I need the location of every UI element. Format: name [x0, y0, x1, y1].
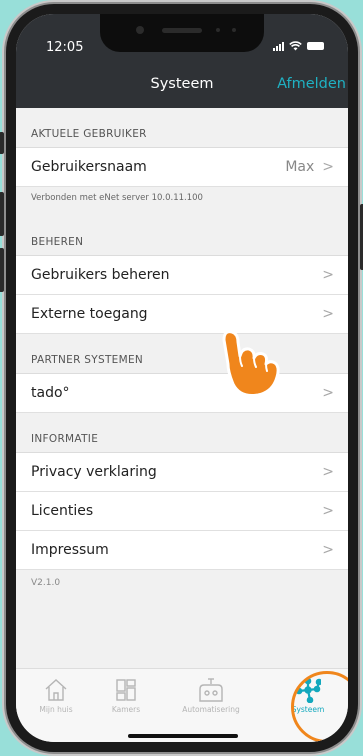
chevron-right-icon: >	[322, 159, 334, 175]
wifi-icon	[289, 41, 302, 51]
chevron-right-icon: >	[322, 385, 334, 401]
volume-down-button	[0, 248, 4, 292]
section-header-manage: BEHEREN	[16, 216, 348, 256]
status-icons	[273, 41, 324, 51]
phone-frame: 12:05 Systeem Afmelden AKTUELE GEBRUIKER…	[0, 4, 363, 752]
sensor-icon	[232, 28, 236, 32]
list-item-label: Impressum	[31, 542, 109, 558]
battery-icon	[307, 42, 324, 50]
tab-label: Automatisering	[182, 705, 240, 714]
signal-icon	[273, 41, 284, 51]
settings-list: AKTUELE GEBRUIKER Gebruikersnaam Max > V…	[16, 108, 348, 588]
status-time: 12:05	[46, 40, 84, 55]
pointing-hand-icon	[222, 330, 280, 397]
tab-automation[interactable]: Automatisering	[166, 677, 256, 714]
tab-my-home[interactable]: Mijn huis	[16, 677, 96, 714]
external-access-row[interactable]: Externe toegang >	[16, 295, 348, 334]
username-label: Gebruikersnaam	[31, 159, 147, 175]
section-header-current-user: AKTUELE GEBRUIKER	[16, 108, 348, 148]
manage-users-row[interactable]: Gebruikers beheren >	[16, 256, 348, 295]
list-item-label: Licenties	[31, 503, 94, 519]
camera-icon	[136, 26, 144, 34]
impressum-row[interactable]: Impressum >	[16, 531, 348, 570]
licenses-row[interactable]: Licenties >	[16, 492, 348, 531]
mute-switch	[0, 132, 4, 154]
app-version: V2.1.0	[31, 578, 61, 588]
tab-label: Kamers	[111, 705, 141, 714]
speaker-icon	[162, 28, 202, 33]
house-icon	[16, 677, 96, 703]
tado-row[interactable]: tado° >	[16, 374, 348, 413]
tab-rooms[interactable]: Kamers	[86, 677, 166, 714]
privacy-row[interactable]: Privacy verklaring >	[16, 453, 348, 492]
robot-icon	[166, 677, 256, 703]
chevron-right-icon: >	[322, 503, 334, 519]
rooms-grid-icon	[86, 677, 166, 703]
chevron-right-icon: >	[322, 306, 334, 322]
chevron-right-icon: >	[322, 542, 334, 558]
home-indicator	[128, 734, 238, 738]
navigation-bar: 12:05 Systeem Afmelden	[16, 14, 348, 108]
tab-label: Mijn huis	[39, 705, 73, 714]
screen: 12:05 Systeem Afmelden AKTUELE GEBRUIKER…	[16, 14, 348, 742]
username-row[interactable]: Gebruikersnaam Max >	[16, 148, 348, 187]
list-item-label: Gebruikers beheren	[31, 267, 170, 283]
highlight-ring	[291, 671, 348, 742]
sensor-icon	[216, 28, 220, 32]
logout-button[interactable]: Afmelden	[277, 76, 346, 92]
username-value: Max	[285, 159, 315, 175]
list-item-label: Privacy verklaring	[31, 464, 157, 480]
volume-up-button	[0, 192, 4, 236]
chevron-right-icon: >	[322, 267, 334, 283]
notch	[100, 14, 264, 52]
section-header-partners: PARTNER SYSTEMEN	[16, 334, 348, 374]
chevron-right-icon: >	[322, 464, 334, 480]
section-header-info: INFORMATIE	[16, 413, 348, 453]
connection-note: Verbonden met eNet server 10.0.11.100	[31, 193, 203, 203]
